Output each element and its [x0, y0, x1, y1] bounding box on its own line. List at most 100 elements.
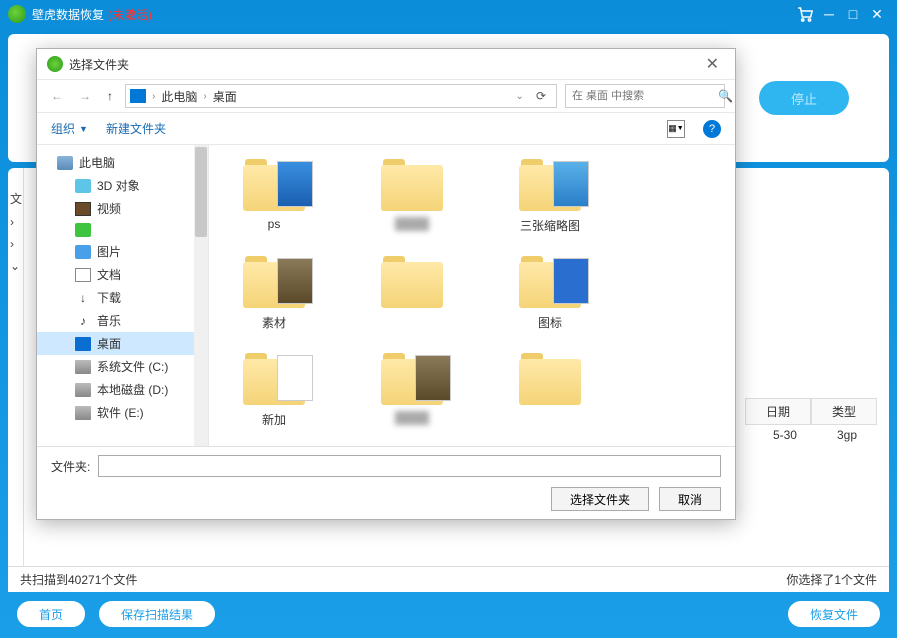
tree-item-label: 3D 对象 — [97, 177, 140, 194]
tree-char: 文 — [8, 186, 23, 211]
status-bar: 共扫描到40271个文件 你选择了1个文件 — [8, 566, 889, 592]
nav-forward-icon[interactable]: → — [75, 87, 95, 105]
home-button[interactable]: 首页 — [16, 600, 86, 628]
tree-item-unnamed[interactable] — [37, 220, 208, 240]
refresh-icon[interactable]: ⟳ — [530, 89, 552, 103]
activation-status: (未激活) — [108, 6, 152, 23]
tree-item-label: 视频 — [97, 200, 121, 217]
tree-scrollbar[interactable] — [194, 145, 208, 446]
tree-item-本地磁盘 (D:)[interactable]: 本地磁盘 (D:) — [37, 378, 208, 401]
table-row[interactable]: 5-30 3gp — [753, 424, 877, 446]
folder-thumbnail — [277, 161, 313, 207]
tree-item-label: 桌面 — [97, 335, 121, 352]
minimize-button[interactable]: ─ — [817, 4, 841, 24]
tree-item-label: 软件 (E:) — [97, 404, 144, 421]
tree-item-软件 (E:)[interactable]: 软件 (E:) — [37, 401, 208, 424]
cancel-button[interactable]: 取消 — [659, 487, 721, 511]
folder-item[interactable]: ████ — [367, 349, 457, 428]
folder-item[interactable] — [367, 252, 457, 331]
col-date[interactable]: 日期 — [745, 398, 811, 425]
folder-picker-dialog: 选择文件夹 ✕ ← → ↑ › 此电脑 › 桌面 ⌄ ⟳ 🔍 — [36, 48, 736, 520]
search-input[interactable] — [572, 90, 714, 102]
help-icon[interactable]: ? — [703, 120, 721, 138]
doc-icon — [75, 268, 91, 282]
tree-item-图片[interactable]: 图片 — [37, 240, 208, 263]
tree-collapse-icon[interactable]: ⌄ — [8, 255, 23, 277]
app-window: 壁虎数据恢复 (未激活) ─ □ ✕ 停止 文 › › ⌄ 日期 类型 5-30… — [0, 0, 897, 638]
recover-button[interactable]: 恢复文件 — [787, 600, 881, 628]
folder-icon — [377, 155, 447, 213]
folder-name-input[interactable] — [98, 455, 721, 477]
folder-item[interactable]: 图标 — [505, 252, 595, 331]
folder-label: ████ — [395, 217, 429, 231]
tree-scroll-thumb[interactable] — [195, 147, 207, 237]
save-scan-button[interactable]: 保存扫描结果 — [98, 600, 216, 628]
folder-tree[interactable]: 此电脑 3D 对象视频图片文档 ↓ 下载 ♪音乐桌面系统文件 (C:) 本地磁盘 (D:)… — [37, 145, 209, 446]
tree-item-3D 对象[interactable]: 3D 对象 — [37, 174, 208, 197]
close-button[interactable]: ✕ — [865, 4, 889, 24]
disk-icon — [75, 360, 91, 374]
folder-icon — [515, 349, 585, 407]
tree-item-系统文件 (C:)[interactable]: 系统文件 (C:) — [37, 355, 208, 378]
folder-thumbnail — [277, 355, 313, 401]
dialog-close-button[interactable]: ✕ — [700, 54, 725, 74]
folder-label: ps — [268, 217, 281, 231]
maximize-button[interactable]: □ — [841, 4, 865, 24]
nav-back-icon[interactable]: ← — [47, 87, 67, 105]
breadcrumb-current[interactable]: 桌面 — [213, 88, 237, 105]
view-mode-button[interactable]: ▦▼ — [667, 120, 685, 138]
folder-grid[interactable]: ps ████ 三张缩略图素材 图标新加 ████ — [209, 145, 735, 446]
tree-item-label: 此电脑 — [79, 154, 115, 171]
folder-item[interactable]: ████ — [367, 155, 457, 234]
cell-date: 5-30 — [753, 424, 817, 446]
tree-item-视频[interactable]: 视频 — [37, 197, 208, 220]
nav-up-icon[interactable]: ↑ — [103, 87, 117, 105]
folder-item[interactable]: 素材 — [229, 252, 319, 331]
scan-count: 共扫描到40271个文件 — [20, 571, 137, 588]
breadcrumb[interactable]: › 此电脑 › 桌面 ⌄ ⟳ — [125, 84, 557, 108]
folder-label: 素材 — [262, 314, 286, 331]
chevron-down-icon[interactable]: ⌄ — [516, 91, 524, 102]
organize-menu[interactable]: 组织▼ — [51, 120, 88, 137]
app-title: 壁虎数据恢复 — [32, 6, 104, 23]
tree-item-label: 图片 — [97, 243, 121, 260]
select-folder-button[interactable]: 选择文件夹 — [551, 487, 649, 511]
folder-label: ████ — [395, 411, 429, 425]
folder-item[interactable]: 三张缩略图 — [505, 155, 595, 234]
disk-icon — [75, 383, 91, 397]
dialog-toolbar: 组织▼ 新建文件夹 ▦▼ ? — [37, 113, 735, 145]
dialog-nav-bar: ← → ↑ › 此电脑 › 桌面 ⌄ ⟳ 🔍 — [37, 79, 735, 113]
tree-expand-icon[interactable]: › — [8, 233, 23, 255]
tree-expand-icon[interactable]: › — [8, 211, 23, 233]
search-box[interactable]: 🔍 — [565, 84, 725, 108]
cart-icon[interactable] — [793, 4, 817, 24]
tree-item-label: 音乐 — [97, 312, 121, 329]
dialog-icon — [47, 56, 63, 72]
selection-count: 你选择了1个文件 — [786, 571, 877, 588]
tree-item-label: 下载 — [97, 289, 121, 306]
tree-item-音乐[interactable]: ♪音乐 — [37, 309, 208, 332]
folder-item[interactable] — [505, 349, 595, 428]
search-icon[interactable]: 🔍 — [718, 89, 733, 103]
dl-icon: ↓ — [75, 291, 91, 305]
tree-item-桌面[interactable]: 桌面 — [37, 332, 208, 355]
chevron-right-icon: › — [203, 91, 206, 102]
folder-label: 三张缩略图 — [520, 217, 580, 234]
stop-button[interactable]: 停止 — [759, 81, 849, 115]
tree-item-label: 系统文件 (C:) — [97, 358, 168, 375]
pic-icon — [75, 245, 91, 259]
disk-icon — [75, 406, 91, 420]
folder-item[interactable]: ps — [229, 155, 319, 234]
tree-item-文档[interactable]: 文档 — [37, 263, 208, 286]
col-type[interactable]: 类型 — [811, 398, 877, 425]
tree-item-下载[interactable]: ↓ 下载 — [37, 286, 208, 309]
folder-icon — [239, 155, 309, 213]
folder-item[interactable]: 新加 — [229, 349, 319, 428]
green-icon — [75, 223, 91, 237]
tree-item-此电脑[interactable]: 此电脑 — [37, 151, 208, 174]
folder-field-label: 文件夹: — [51, 458, 90, 475]
desktop-icon — [75, 337, 91, 351]
chevron-right-icon: › — [152, 91, 155, 102]
new-folder-button[interactable]: 新建文件夹 — [106, 120, 166, 137]
breadcrumb-root[interactable]: 此电脑 — [161, 88, 197, 105]
